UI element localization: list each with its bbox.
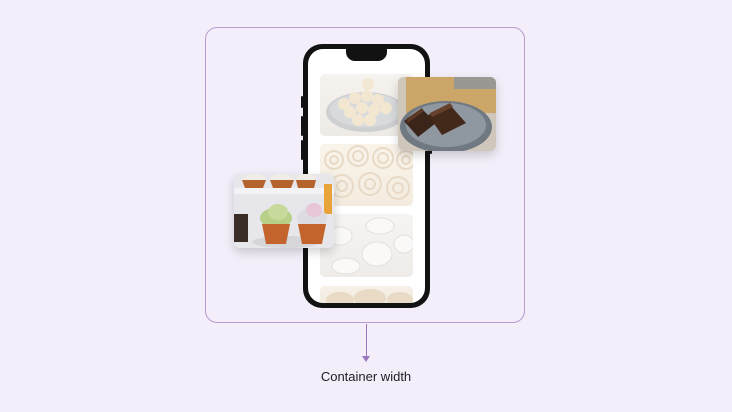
phone-side-button <box>301 140 303 160</box>
phone-side-button <box>301 96 303 108</box>
phone-side-button <box>301 116 303 136</box>
phone-notch <box>346 49 387 61</box>
bread-photo <box>320 286 413 303</box>
brownies-photo <box>398 77 496 151</box>
container-width-caption: Container width <box>320 369 412 384</box>
cupcakes-photo <box>234 174 334 248</box>
container-width-arrow-line <box>365 324 367 358</box>
down-arrow-icon <box>362 356 370 362</box>
